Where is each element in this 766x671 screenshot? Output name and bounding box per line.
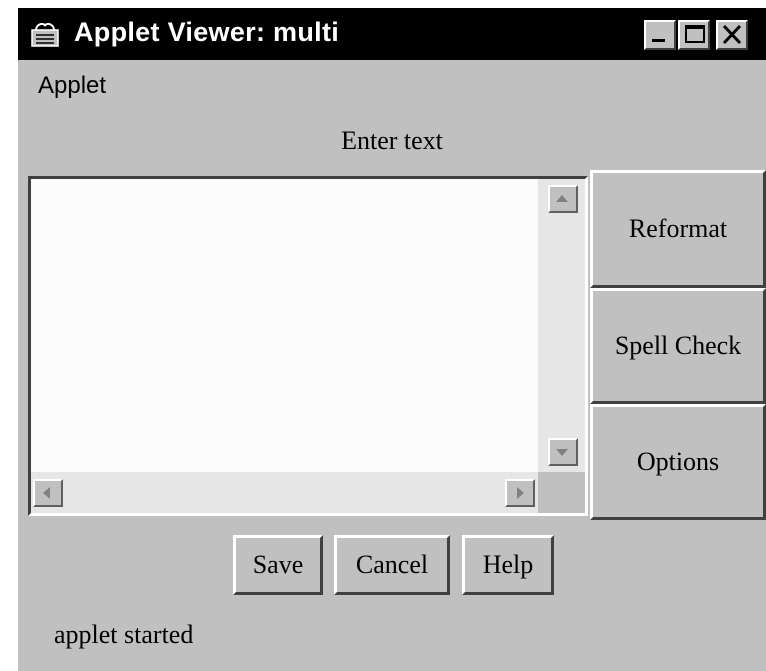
spell-check-button[interactable]: Spell Check bbox=[590, 288, 766, 404]
scrollbar-corner bbox=[538, 472, 585, 513]
minimize-button[interactable] bbox=[644, 20, 676, 50]
options-button[interactable]: Options bbox=[590, 404, 766, 520]
scroll-right-button[interactable] bbox=[505, 479, 535, 507]
close-button[interactable] bbox=[716, 20, 748, 50]
maximize-button[interactable] bbox=[678, 20, 710, 50]
enter-text-label: Enter text bbox=[341, 126, 443, 155]
scroll-left-button[interactable] bbox=[33, 479, 63, 507]
java-applet-icon[interactable] bbox=[30, 20, 60, 50]
text-area[interactable] bbox=[28, 176, 588, 516]
window-title: Applet Viewer: multi bbox=[74, 17, 340, 47]
arrow-left-icon bbox=[43, 487, 50, 499]
arrow-down-icon bbox=[556, 449, 568, 456]
cancel-button[interactable]: Cancel bbox=[334, 535, 450, 595]
vertical-scrollbar[interactable] bbox=[538, 179, 585, 472]
scroll-down-button[interactable] bbox=[548, 438, 578, 466]
save-button[interactable]: Save bbox=[233, 535, 323, 595]
menu-bar: Applet bbox=[18, 60, 766, 108]
minimize-icon bbox=[652, 39, 665, 42]
close-icon bbox=[722, 24, 742, 45]
scroll-up-button[interactable] bbox=[548, 185, 578, 213]
reformat-button[interactable]: Reformat bbox=[590, 170, 766, 288]
horizontal-scrollbar[interactable] bbox=[31, 472, 538, 513]
arrow-up-icon bbox=[556, 195, 568, 202]
help-button[interactable]: Help bbox=[462, 535, 554, 595]
maximize-icon bbox=[685, 25, 705, 43]
status-bar-text: applet started bbox=[54, 620, 194, 649]
menu-applet[interactable]: Applet bbox=[38, 72, 106, 100]
title-bar[interactable]: Applet Viewer: multi bbox=[18, 8, 766, 60]
applet-viewer-window: Applet Viewer: multi Applet Enter text R… bbox=[18, 8, 766, 671]
text-area-content[interactable] bbox=[31, 179, 538, 472]
arrow-right-icon bbox=[517, 487, 524, 499]
